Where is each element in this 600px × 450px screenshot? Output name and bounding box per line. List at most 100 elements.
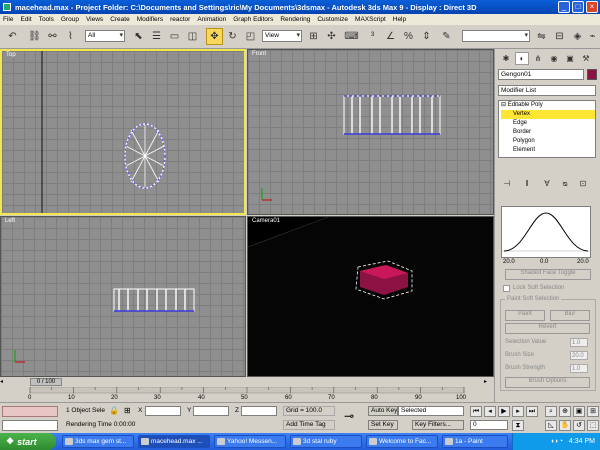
- reference-coord-dropdown[interactable]: View: [262, 30, 302, 42]
- pan-icon[interactable]: ✋: [559, 420, 571, 431]
- go-to-start-icon[interactable]: ⏮: [470, 406, 482, 417]
- go-to-end-icon[interactable]: ⏭: [526, 406, 538, 417]
- menu-graph-editors[interactable]: Graph Editors: [233, 16, 273, 23]
- taskbar-item[interactable]: 1a - Paint: [442, 435, 508, 448]
- tray-icons[interactable]: ◖◗◔: [550, 438, 563, 445]
- keyboard-shortcut-icon[interactable]: ⌨: [343, 28, 360, 45]
- motion-tab-icon[interactable]: ◉: [547, 52, 561, 65]
- menu-create[interactable]: Create: [110, 16, 130, 23]
- menu-rendering[interactable]: Rendering: [280, 16, 310, 23]
- stack-item-border[interactable]: Border: [501, 128, 595, 137]
- menu-animation[interactable]: Animation: [197, 16, 226, 23]
- viewport-label-camera[interactable]: Camera01: [252, 218, 280, 224]
- menu-group[interactable]: Group: [61, 16, 79, 23]
- stack-item-polygon[interactable]: Polygon: [501, 137, 595, 146]
- stack-item-vertex[interactable]: Vertex: [501, 110, 595, 119]
- selection-filter-dropdown[interactable]: All: [85, 30, 125, 42]
- taskbar-item[interactable]: Yahoo! Messen...: [214, 435, 286, 448]
- maxscript-listener-mini[interactable]: [2, 406, 58, 417]
- next-frame-icon[interactable]: ▸: [512, 406, 524, 417]
- unlink-icon[interactable]: ⚯: [44, 28, 61, 45]
- display-tab-icon[interactable]: ▣: [563, 52, 577, 65]
- lock-selection-icon[interactable]: 🔒: [109, 406, 119, 415]
- x-coordinate-field[interactable]: [145, 406, 181, 416]
- menu-customize[interactable]: Customize: [317, 16, 348, 23]
- menu-views[interactable]: Views: [86, 16, 103, 23]
- snap-toggle-icon[interactable]: ³: [364, 28, 381, 45]
- named-selection-sets-dropdown[interactable]: [462, 30, 530, 42]
- menu-edit[interactable]: Edit: [20, 16, 31, 23]
- stack-item-editable-poly[interactable]: ⊟ Editable Poly: [501, 101, 595, 110]
- align-icon[interactable]: ⊟: [551, 28, 568, 45]
- taskbar-item[interactable]: Welcome to Fac...: [366, 435, 438, 448]
- play-icon[interactable]: ▶: [498, 406, 510, 417]
- modifier-list-dropdown[interactable]: Modifier List: [498, 85, 596, 96]
- time-slider-left-icon[interactable]: ◂: [0, 378, 8, 386]
- stack-item-element[interactable]: Element: [501, 146, 595, 155]
- y-coordinate-field[interactable]: [193, 406, 229, 416]
- bind-space-warp-icon[interactable]: ⌇: [62, 28, 79, 45]
- time-slider-thumb[interactable]: 0 / 100: [30, 378, 62, 386]
- rect-selection-icon[interactable]: ▭: [166, 28, 183, 45]
- viewport-label-front[interactable]: Front: [252, 51, 266, 57]
- taskbar-item[interactable]: 3d stal ruby: [290, 435, 362, 448]
- named-selection-icon[interactable]: ✎: [438, 28, 455, 45]
- field-of-view-icon[interactable]: ◺: [545, 420, 557, 431]
- paint-button[interactable]: Paint: [505, 310, 545, 321]
- viewport-camera[interactable]: Camera01: [247, 216, 494, 377]
- lock-soft-selection-checkbox[interactable]: [503, 285, 510, 292]
- create-tab-icon[interactable]: ✱: [499, 52, 513, 65]
- window-crossing-icon[interactable]: ◫: [184, 28, 201, 45]
- taskbar-item-active[interactable]: macehead.max ...: [138, 435, 210, 448]
- remove-modifier-icon[interactable]: ᴓ: [559, 177, 571, 189]
- utilities-tab-icon[interactable]: ⚒: [579, 52, 593, 65]
- menu-modifiers[interactable]: Modifiers: [137, 16, 163, 23]
- menu-tools[interactable]: Tools: [39, 16, 54, 23]
- angle-snap-icon[interactable]: ∠: [382, 28, 399, 45]
- z-coordinate-field[interactable]: [241, 406, 277, 416]
- current-frame-field[interactable]: 0: [470, 420, 508, 430]
- start-button[interactable]: ❖ start: [0, 433, 56, 450]
- key-filters-button[interactable]: Key Filters...: [412, 420, 464, 430]
- spinner-snap-icon[interactable]: ⇕: [418, 28, 435, 45]
- time-slider-right-icon[interactable]: ▸: [484, 378, 492, 386]
- select-object-icon[interactable]: ⬉: [130, 28, 147, 45]
- viewport-top[interactable]: Top: [0, 49, 246, 215]
- auto-key-button[interactable]: Auto Key: [368, 406, 398, 416]
- select-and-scale-icon[interactable]: ◰: [242, 28, 259, 45]
- modify-tab-icon[interactable]: ◐: [515, 52, 529, 65]
- select-and-link-icon[interactable]: ⛓: [26, 28, 43, 45]
- maximize-button[interactable]: □: [572, 1, 584, 13]
- time-configuration-icon[interactable]: ⧗: [512, 420, 524, 431]
- zoom-all-icon[interactable]: ⊕: [559, 406, 571, 417]
- select-by-name-icon[interactable]: ☰: [148, 28, 165, 45]
- hierarchy-tab-icon[interactable]: ⋔: [531, 52, 545, 65]
- viewport-front[interactable]: Front: [247, 49, 494, 215]
- key-icon[interactable]: ⊸: [344, 409, 354, 423]
- stack-item-edge[interactable]: Edge: [501, 119, 595, 128]
- viewport-label-top[interactable]: Top: [6, 52, 16, 58]
- maximize-viewport-icon[interactable]: ⬚: [587, 420, 599, 431]
- revert-button[interactable]: Revert: [505, 323, 590, 334]
- pin-stack-icon[interactable]: ⊣: [501, 177, 513, 189]
- brush-size-spinner[interactable]: 20.0: [570, 351, 588, 360]
- brush-options-button[interactable]: Brush Options: [505, 377, 590, 388]
- zoom-icon[interactable]: ⌕: [545, 406, 557, 417]
- object-color-swatch[interactable]: [587, 69, 597, 80]
- maxscript-input[interactable]: [2, 420, 58, 431]
- zoom-extents-all-icon[interactable]: ⊞: [587, 406, 599, 417]
- pivot-icon[interactable]: ⊞: [305, 28, 322, 45]
- percent-snap-icon[interactable]: %: [400, 28, 417, 45]
- add-time-tag-button[interactable]: Add Time Tag: [283, 420, 335, 430]
- taskbar-item[interactable]: 3ds max gem st...: [62, 435, 134, 448]
- viewport-label-left[interactable]: Left: [5, 218, 15, 224]
- close-button[interactable]: ×: [586, 1, 598, 13]
- selection-value-spinner[interactable]: 1.0: [570, 338, 588, 347]
- mirror-icon[interactable]: ⇋: [533, 28, 550, 45]
- set-key-button[interactable]: Set Key: [368, 420, 398, 430]
- configure-modifier-sets-icon[interactable]: ⊡: [577, 177, 589, 189]
- minimize-button[interactable]: _: [558, 1, 570, 13]
- brush-strength-spinner[interactable]: 1.0: [570, 364, 588, 373]
- key-mode-dropdown[interactable]: Selected: [398, 406, 464, 416]
- blur-button[interactable]: Blur: [550, 310, 590, 321]
